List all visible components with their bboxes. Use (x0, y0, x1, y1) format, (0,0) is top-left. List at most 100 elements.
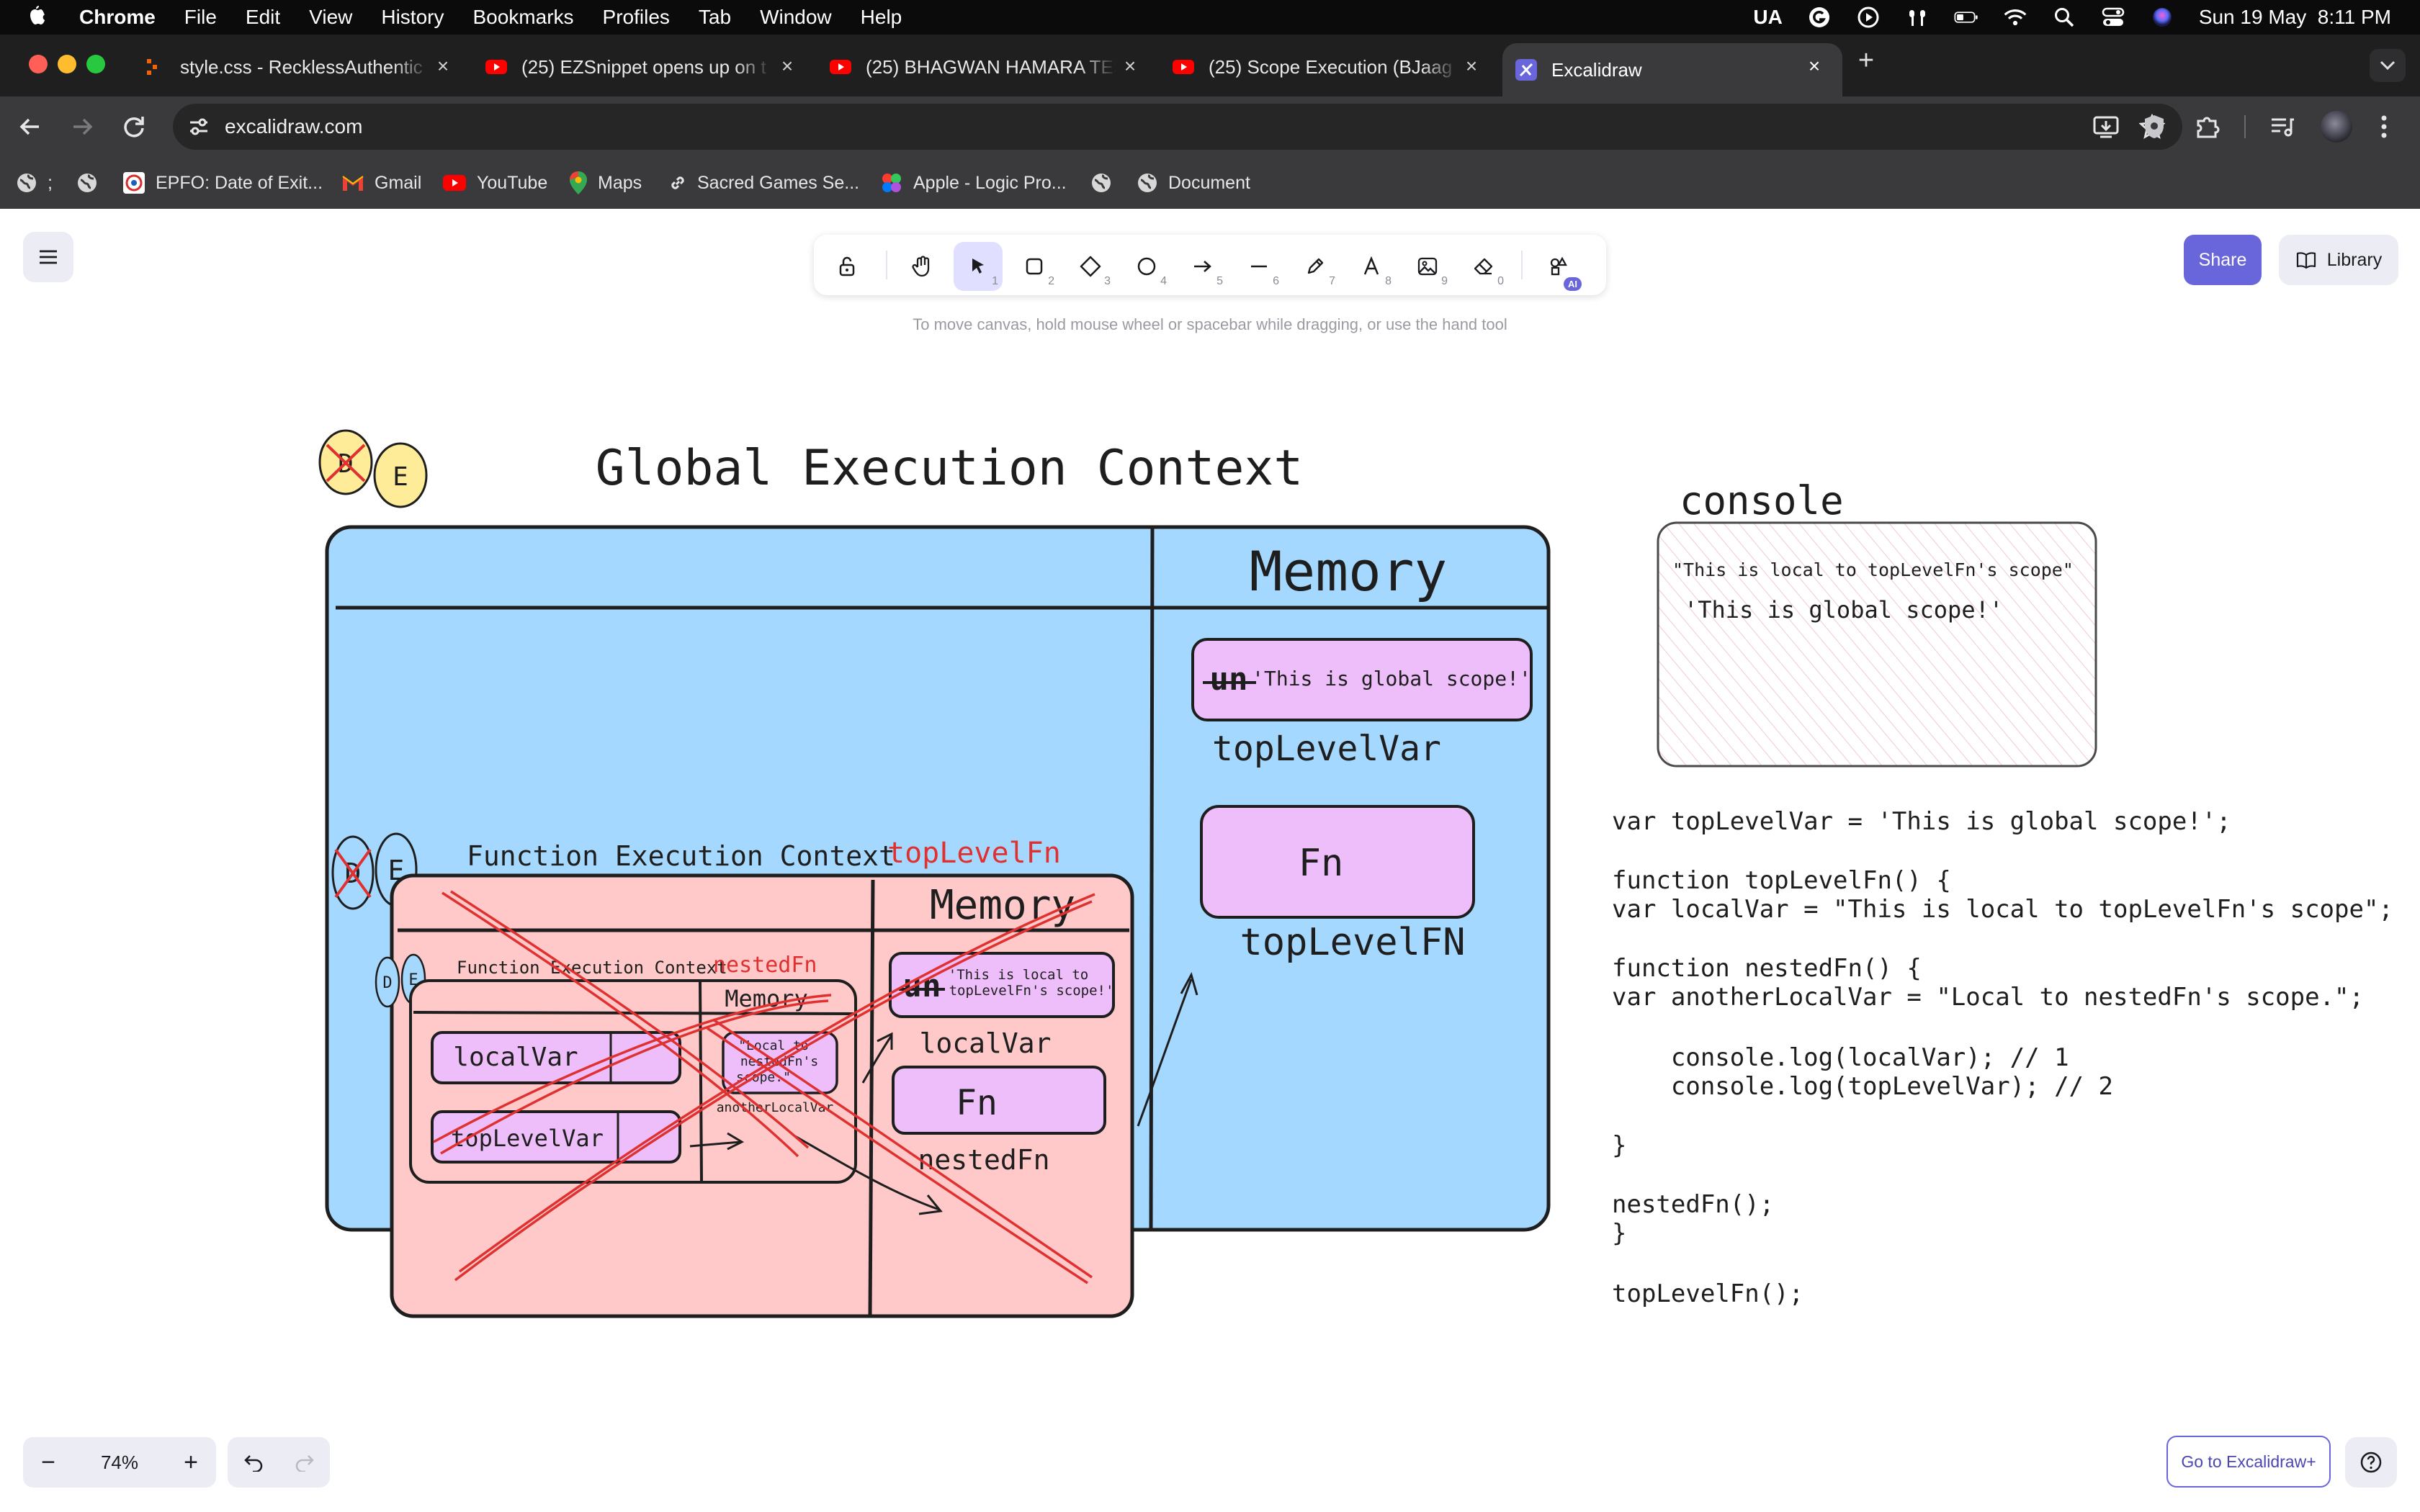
fec-memory-label[interactable]: Memory (930, 882, 1075, 929)
nec-fn-name[interactable]: nestedFn (713, 953, 817, 978)
tab-excalidraw[interactable]: Excalidraw (1502, 43, 1842, 96)
code-line: nestedFn(); (1612, 1190, 1774, 1219)
bookmark-apple-logic[interactable]: Apple - Logic Pro... (880, 167, 1067, 199)
menu-profiles[interactable]: Profiles (603, 6, 670, 29)
tab-search-button[interactable] (2370, 49, 2406, 82)
menu-tab[interactable]: Tab (699, 6, 731, 29)
extensions-puzzle-icon[interactable] (2194, 112, 2221, 140)
grammarly-icon[interactable] (1807, 5, 1832, 30)
tab-close-icon[interactable]: × (1119, 56, 1141, 78)
console-line-2[interactable]: 'This is global scope!' (1684, 596, 2003, 624)
profile-avatar[interactable] (2321, 111, 2352, 143)
tab-bhagwan[interactable]: (25) BHAGWAN HAMARA TES (828, 43, 1116, 91)
nec-code2[interactable]: topLevelVar (451, 1125, 604, 1152)
address-url[interactable]: excalidraw.com (225, 115, 362, 138)
minimize-window-button[interactable] (58, 55, 76, 73)
apple-logic-icon (882, 174, 901, 192)
undo-icon[interactable] (243, 1453, 264, 1472)
tab-close-icon[interactable]: × (776, 56, 798, 78)
tab-close-icon[interactable]: × (1461, 56, 1482, 78)
site-settings-icon[interactable] (187, 115, 210, 138)
zoom-out-button[interactable]: − (23, 1449, 73, 1477)
global-marker-e[interactable]: E (373, 442, 428, 508)
bookmark-item[interactable] (1090, 167, 1122, 199)
bookmark-gmail[interactable]: Gmail (341, 167, 421, 199)
spotlight-search-icon[interactable] (2052, 5, 2076, 30)
play-circle-icon[interactable] (1856, 5, 1881, 30)
excalidraw-plus-link[interactable]: Go to Excalidraw+ (2166, 1436, 2331, 1488)
new-tab-icon[interactable]: + (1855, 47, 1877, 74)
help-button[interactable] (2345, 1437, 2397, 1488)
menu-view[interactable]: View (309, 6, 352, 29)
control-center-icon[interactable] (2101, 5, 2125, 30)
fec-fn-box[interactable] (892, 1066, 1106, 1135)
macos-menubar: Chrome File Edit View History Bookmarks … (0, 0, 2420, 35)
battery-icon[interactable] (1954, 5, 1978, 30)
help-question-icon (2360, 1452, 2382, 1473)
code-icon (147, 59, 157, 75)
bookmark-sacred-games[interactable]: Sacred Games Se... (668, 167, 859, 199)
global-fn-box-label[interactable]: Fn (1299, 842, 1344, 885)
nec-code1[interactable]: localVar (453, 1043, 578, 1072)
bookmark-epfo[interactable]: EPFO: Date of Exit... (122, 167, 323, 199)
menubar-app-name[interactable]: Chrome (79, 6, 156, 29)
back-arrow-icon[interactable] (17, 114, 43, 140)
menu-window[interactable]: Window (760, 6, 832, 29)
menu-help[interactable]: Help (861, 6, 902, 29)
address-bar[interactable]: excalidraw.com (173, 104, 2182, 150)
maximize-window-button[interactable] (86, 55, 105, 73)
global-fn-name[interactable]: topLevelFN (1240, 921, 1465, 964)
drawing-scene[interactable]: D E Global Execution Context Memory un '… (0, 209, 2420, 1433)
bookmark-item[interactable]: ; (16, 167, 53, 199)
siri-icon[interactable] (2150, 5, 2174, 30)
zoom-level[interactable]: 74% (73, 1452, 166, 1474)
fec-marker-d[interactable]: D (331, 835, 375, 910)
fec-fn-name[interactable]: topLevelFn (887, 837, 1061, 870)
console-line-1[interactable]: "This is local to topLevelFn's scope" (1672, 559, 2074, 580)
excalidraw-canvas[interactable]: 1 2 3 4 5 6 7 8 9 0 AI To move canvas, h… (0, 209, 2420, 1512)
fec-var-name[interactable]: localVar (919, 1027, 1051, 1059)
input-language-indicator[interactable]: UA (1753, 6, 1782, 29)
reload-icon[interactable] (121, 114, 147, 140)
bookmark-document[interactable]: Document (1137, 167, 1250, 199)
forward-arrow-icon[interactable] (69, 114, 95, 140)
install-app-icon[interactable] (2093, 115, 2119, 138)
code-line: console.log(localVar); // 1 (1612, 1043, 2069, 1072)
zoom-in-button[interactable]: + (166, 1449, 216, 1477)
more-menu-icon[interactable] (2377, 112, 2391, 141)
close-window-button[interactable] (29, 55, 48, 73)
console-title[interactable]: console (1680, 478, 1844, 523)
tab-scope-execution[interactable]: (25) Scope Execution (BJaag (1171, 43, 1459, 91)
tab-style-css[interactable]: style.css - RecklessAuthentic (143, 43, 431, 91)
global-memory-label[interactable]: Memory (1250, 539, 1448, 603)
tab-close-icon[interactable]: × (432, 56, 454, 78)
bookmark-maps[interactable]: Maps (569, 167, 642, 199)
redo-icon[interactable] (294, 1453, 315, 1472)
fec-var-value-line2[interactable]: topLevelFn's scope!' (949, 983, 1114, 999)
media-controls-icon[interactable] (2269, 114, 2295, 140)
shield-extension-icon[interactable] (2142, 114, 2166, 140)
menu-edit[interactable]: Edit (246, 6, 280, 29)
fec-fn-box-label[interactable]: Fn (956, 1083, 998, 1123)
apple-logo-icon[interactable] (26, 5, 48, 30)
menu-history[interactable]: History (381, 6, 444, 29)
global-var-value[interactable]: 'This is global scope!' (1252, 667, 1531, 690)
tab-close-icon[interactable]: × (1803, 56, 1825, 78)
fec-title[interactable]: Function Execution Context (467, 840, 895, 872)
code-line: var topLevelVar = 'This is global scope!… (1612, 807, 2231, 836)
global-marker-d[interactable]: D (318, 429, 373, 495)
nec-marker-d[interactable]: D (375, 956, 400, 1008)
menu-file[interactable]: File (184, 6, 217, 29)
global-var-name[interactable]: topLevelVar (1212, 729, 1441, 769)
fec-var-value-line1[interactable]: 'This is local to (949, 967, 1088, 983)
nec-title[interactable]: Function Execution Context (457, 958, 727, 978)
code-listing[interactable]: var topLevelVar = 'This is global scope!… (1612, 807, 2393, 1308)
tab-ezsnippet[interactable]: (25) EZSnippet opens up on t (484, 43, 772, 91)
bookmark-youtube[interactable]: YouTube (442, 167, 547, 199)
airpods-icon[interactable] (1905, 5, 1930, 30)
wifi-icon[interactable] (2003, 5, 2027, 30)
menu-bookmarks[interactable]: Bookmarks (472, 6, 573, 29)
bookmark-item[interactable] (76, 167, 108, 199)
menubar-clock[interactable]: Sun 19 May 8:11 PM (2199, 6, 2391, 29)
global-context-title[interactable]: Global Execution Context (596, 440, 1304, 497)
